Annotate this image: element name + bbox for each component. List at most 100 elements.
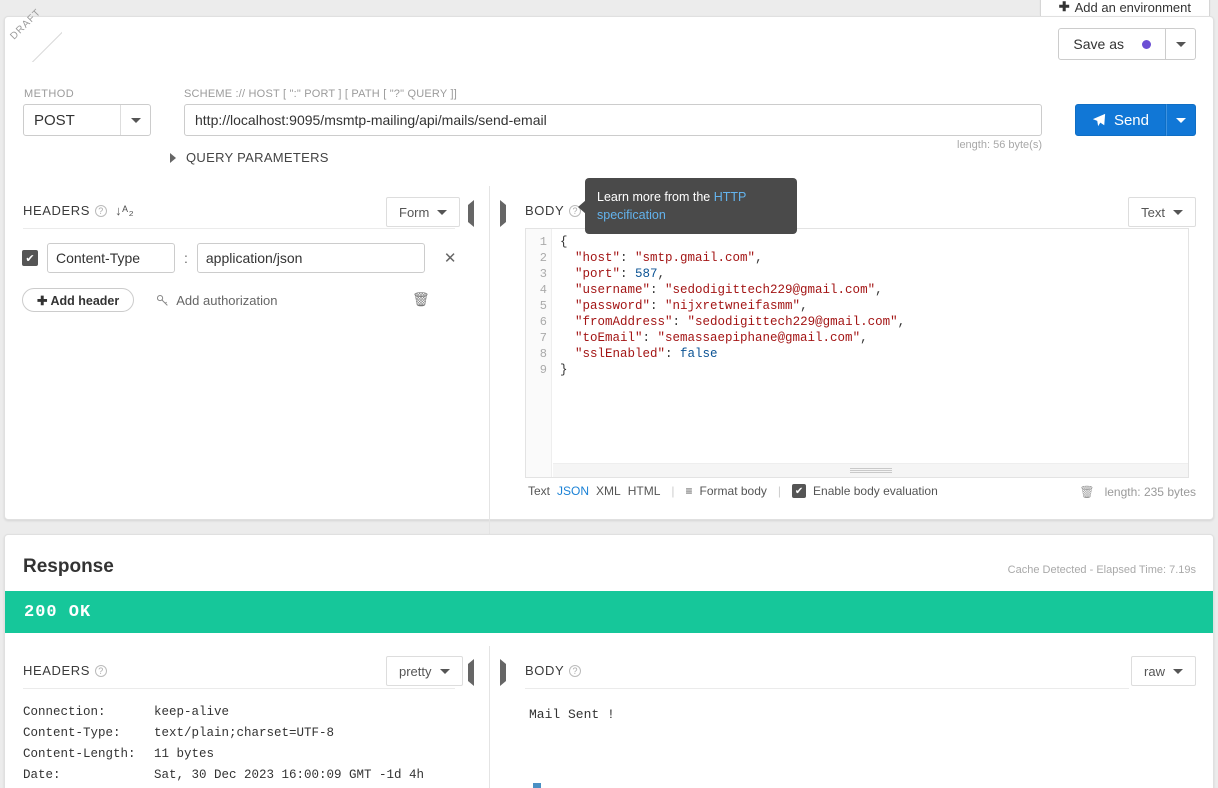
editor-line-numbers: 1 2 3 4 5 6 7 8 9 [526,229,552,477]
body-format-toolbar: Text JSON XML HTML | ≡ Format body | ✔ E… [528,484,938,498]
response-body-label: BODY [525,663,565,678]
chevron-down-icon [130,117,141,123]
header-row: ✔ : ✕ [22,243,456,273]
editor-resize-grip[interactable] [849,468,892,473]
response-body-cursor-marker [533,783,541,788]
code-line: "sslEnabled": false [560,347,718,361]
header-value-input[interactable] [196,243,425,273]
add-authorization-button[interactable]: Add authorization [156,293,277,308]
header-value: keep-alive [154,705,230,719]
code-line: "port": 587, [560,267,666,281]
code-line: "username": "sedodigittech229@gmail.com"… [560,283,883,297]
response-headers-underline [23,688,455,689]
send-group: Send [1074,104,1196,136]
request-body-editor[interactable]: 1 2 3 4 5 6 7 8 9 { "host": "smtp.gmail.com", "p… [525,228,1189,478]
response-headers-table: Connection: keep-alive Content-Type: text/p… [23,702,424,786]
status-code-text: 200 OK [24,602,92,622]
code-line: "fromAddress": "sedodigittech229@gmail.c… [560,315,906,329]
header-name: Content-Length: [23,747,136,761]
table-row: Content-Length: 11 bytes [23,744,424,765]
toolbar-separator: | [777,484,782,498]
header-name: Date: [23,768,61,782]
response-status-bar: 200 OK [5,591,1213,633]
chevron-down-icon [1176,117,1186,123]
collapse-request-headers-button[interactable] [468,200,474,227]
format-body-button[interactable]: Format body [700,484,767,498]
chevron-left-icon [468,659,474,686]
delete-all-headers-icon[interactable]: 🗑 [412,291,430,308]
send-button[interactable]: Send [1074,104,1166,136]
header-actions-row: ✚ Add header Add authorization [22,288,277,312]
format-option-xml[interactable]: XML [596,484,621,498]
method-select[interactable]: POST [23,104,151,136]
save-as-group: Save as [1058,28,1196,60]
response-body-view-value: raw [1144,663,1165,679]
response-meta: Cache Detected - Elapsed Time: 7.19s [1007,564,1196,576]
query-parameters-toggle[interactable]: QUERY PARAMETERS [170,150,329,165]
http-spec-tooltip: Learn more from the HTTP specification [578,178,797,235]
line-number: 8 [539,347,547,361]
help-icon[interactable]: ? [95,664,108,677]
table-row: Date: Sat, 30 Dec 2023 16:00:09 GMT -1d 4… [23,765,424,786]
send-dropdown-button[interactable] [1166,104,1196,136]
editor-code-content: { "host": "smtp.gmail.com", "port": 587,… [560,234,1184,378]
format-body-icon: ≡ [685,484,693,498]
table-row: Connection: keep-alive [23,702,424,723]
help-icon[interactable]: ? [569,664,582,677]
line-number: 5 [539,299,547,313]
delete-body-icon[interactable]: 🗑 [1079,485,1094,499]
expand-request-body-button[interactable] [500,200,506,227]
header-value: Sat, 30 Dec 2023 16:00:09 GMT -1d 4h [154,768,425,782]
add-header-button[interactable]: ✚ Add header [22,288,135,312]
request-body-view-select[interactable]: Text [1128,197,1196,227]
request-headers-label: HEADERS [23,203,91,218]
header-value: text/plain;charset=UTF-8 [154,726,335,740]
method-label: METHOD [24,88,75,100]
send-label: Send [1113,111,1149,129]
header-enabled-checkbox[interactable]: ✔ [22,250,38,266]
request-headers-view-select[interactable]: Form [386,197,461,227]
code-line: "password": "nijxretwneifasmm", [560,299,808,313]
add-authorization-label: Add authorization [176,292,278,308]
method-dropdown-arrow[interactable] [120,105,150,135]
response-headers-label: HEADERS [23,663,91,678]
help-icon[interactable]: ? [95,204,108,217]
format-option-html[interactable]: HTML [628,484,661,498]
remove-header-icon[interactable]: ✕ [444,249,457,267]
request-headers-title: HEADERS ? ↓ᴬ₂ [23,203,134,218]
response-body-view-select[interactable]: raw [1131,656,1196,686]
line-number: 1 [539,235,547,249]
chevron-down-icon [437,209,448,215]
response-body-underline [525,688,1129,689]
header-separator: : [184,250,188,266]
enable-body-evaluation-checkbox[interactable]: ✔ [792,484,807,498]
chevron-right-icon [500,200,506,227]
chevron-down-icon [1173,209,1183,215]
collapse-response-headers-button[interactable] [468,659,474,686]
chevron-right-icon [500,659,506,686]
plus-icon: ✚ [1058,0,1070,14]
environment-tab-strip: ✚ Add an environment [0,0,1218,16]
chevron-down-icon [439,668,450,674]
format-option-text[interactable]: Text [528,484,550,498]
chevron-down-icon [1175,41,1186,47]
url-length-note: length: 56 byte(s) [957,139,1042,151]
request-body-label: BODY [525,203,565,218]
line-number: 9 [539,363,547,377]
response-panel-divider [489,646,490,788]
header-key-input[interactable] [47,243,175,273]
editor-horizontal-scrollbar[interactable] [553,463,1188,477]
header-value: 11 bytes [154,747,215,761]
method-value: POST [34,111,75,129]
enable-body-evaluation-label: Enable body evaluation [813,484,938,498]
url-input[interactable] [184,104,1042,136]
sort-icon[interactable]: ↓ᴬ₂ [115,203,134,218]
code-line: "toEmail": "semassaepiphane@gmail.com", [560,331,868,345]
add-environment-tab[interactable]: ✚ Add an environment [1039,0,1210,16]
save-as-button[interactable]: Save as [1058,28,1166,60]
format-option-json[interactable]: JSON [557,484,589,498]
expand-response-body-button[interactable] [500,659,506,686]
save-as-dropdown-button[interactable] [1166,28,1196,60]
tooltip-text: Learn more from the [597,190,714,204]
response-headers-view-select[interactable]: pretty [386,656,463,686]
